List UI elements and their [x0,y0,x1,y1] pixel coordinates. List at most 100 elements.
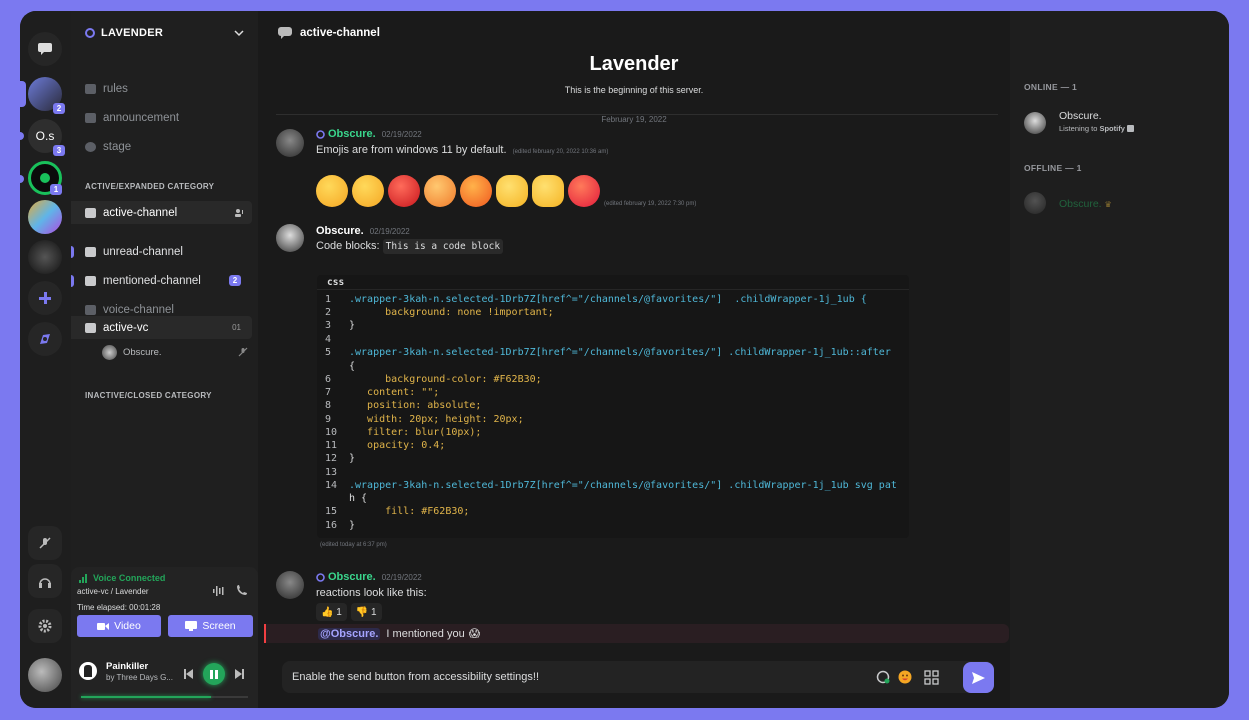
category-inactive[interactable]: INACTIVE/CLOSED CATEGORY [85,391,212,400]
screen-button-label: Screen [202,620,236,632]
avatar[interactable] [276,224,304,252]
speaker-icon [85,305,96,315]
category-active[interactable]: ACTIVE/EXPANDED CATEGORY [85,182,214,191]
message-body: Code blocks: [316,240,380,252]
channel-mentioned[interactable]: mentioned-channel 2 [71,269,252,293]
server-logo-icon [316,572,325,582]
code-line: 6 background-color: #F62B30; [325,374,542,385]
code-line-text: width: 20px; height: 20px; [349,414,524,425]
deafen-button[interactable] [28,564,62,598]
track-title[interactable]: Painkiller [106,661,148,672]
avatar [102,344,117,360]
code-line-number: 13 [325,467,338,478]
channel-rules[interactable]: rules [71,77,252,101]
mute-button[interactable] [28,526,62,560]
gift-icon[interactable] [924,669,939,685]
track-progress-bar[interactable] [81,696,248,698]
code-line-number: 12 [325,453,338,464]
reaction-thumbs-up[interactable]: 👍 1 [316,603,347,621]
message-body: Emojis are from windows 11 by default. [316,144,507,156]
user-avatar[interactable] [28,658,62,692]
gamepad-icon [40,173,50,183]
welcome-title-wrap: Lavender [258,55,1010,85]
add-server-button[interactable] [28,281,62,315]
member-offline[interactable]: Obscure. ♛ [1024,192,1214,216]
code-line: 5 .wrapper-3kah-n.selected-1Drb7Z[href^="… [325,347,891,358]
channel-active[interactable]: active-channel [71,201,252,224]
member-name: Obscure. [1059,110,1102,122]
text-channel-icon [85,276,96,286]
channel-unread[interactable]: unread-channel [71,240,252,264]
pause-button[interactable] [203,663,225,685]
message-header: Obscure. 02/19/2022 [316,225,410,237]
add-member-icon[interactable] [234,208,244,218]
code-line-number: 2 [325,307,332,318]
explore-servers-button[interactable] [28,322,62,356]
message-author[interactable]: Obscure. [328,128,376,140]
online-header: ONLINE — 1 [1024,82,1078,92]
music-player-panel: Painkiller by Three Days G... [71,649,258,708]
avatar[interactable] [276,571,304,599]
edited-label: (edited today at 6:37 pm) [320,542,387,548]
mention-message[interactable]: @Obscure. I mentioned you 😱 [264,624,1009,643]
code-line-number: 8 [325,400,332,411]
video-button[interactable]: Video [77,615,161,637]
message-timestamp: 02/19/2022 [369,226,410,236]
code-line: 15 fill: #F62B30; [325,506,469,517]
channel-active-vc[interactable]: active-vc 01 [71,316,252,339]
channel-stage[interactable]: stage [71,135,252,159]
code-line-number: 11 [325,440,338,451]
server-name: LAVENDER [101,27,164,39]
screen-share-button[interactable]: Screen [168,615,253,637]
server-green[interactable]: 1 [20,161,62,195]
next-track-icon[interactable] [235,669,244,679]
album-art [79,662,97,680]
reaction-thumbs-down[interactable]: 👎 1 [350,603,382,621]
emoji-picker-icon[interactable] [898,670,912,684]
server-header[interactable]: LAVENDER [71,11,258,55]
settings-button[interactable] [28,609,62,643]
channel-label: mentioned-channel [103,275,201,287]
voice-location[interactable]: active-vc / Lavender [77,587,149,596]
code-line-text: } [349,320,356,331]
video-camera-icon [97,622,110,630]
server-dark-art[interactable] [28,240,62,274]
code-line-text: } [349,453,356,464]
server-rail: 2 O.s 3 1 [20,11,71,708]
nitro-icon[interactable] [876,670,890,684]
code-line-text: position: absolute; [349,400,482,411]
crown-icon: ♛ [1104,200,1112,209]
code-line: 1 .wrapper-3kah-n.selected-1Drb7Z[href^="… [325,294,867,305]
code-line: 7 content: ""; [325,387,439,398]
channel-announcement[interactable]: announcement [71,106,252,130]
mention-tag[interactable]: @Obscure. [318,627,381,640]
code-line-text: .wrapper-3kah-n.selected-1Drb7Z[href^="/… [349,294,867,305]
member-name-wrap: Obscure. ♛ [1059,198,1112,210]
server-os[interactable]: O.s 3 [20,119,65,156]
composer-text[interactable]: Enable the send button from accessibilit… [292,671,539,683]
server-lavender[interactable]: 2 [20,77,65,114]
announcement-icon [85,113,96,123]
code-line-number: 10 [325,427,338,438]
message-composer[interactable]: Enable the send button from accessibilit… [282,661,994,693]
code-line: 11 opacity: 0.4; [325,440,445,451]
joy-emoji [352,175,384,207]
date-divider-label-wrap: February 19, 2022 [258,109,1010,127]
disconnect-call-icon[interactable] [235,584,248,597]
reaction-emoji: 👍 [321,606,334,618]
message-author[interactable]: Obscure. [316,225,364,237]
previous-track-icon[interactable] [184,669,193,679]
noise-suppression-icon[interactable] [212,585,226,597]
server-rainbow[interactable] [28,200,62,234]
code-line: h { [325,493,367,504]
track-artist[interactable]: by Three Days G... [106,673,173,682]
direct-messages-button[interactable] [28,32,62,66]
avatar[interactable] [276,129,304,157]
scream-emoji: 😱 [468,628,481,640]
send-button[interactable] [963,662,994,693]
reaction-count: 1 [336,606,342,618]
member-online[interactable]: Obscure. Listening to Spotify [1024,109,1214,137]
message-author[interactable]: Obscure. [328,571,376,583]
activity-app: Spotify [1099,124,1125,133]
vc-member[interactable]: Obscure. [102,343,252,361]
